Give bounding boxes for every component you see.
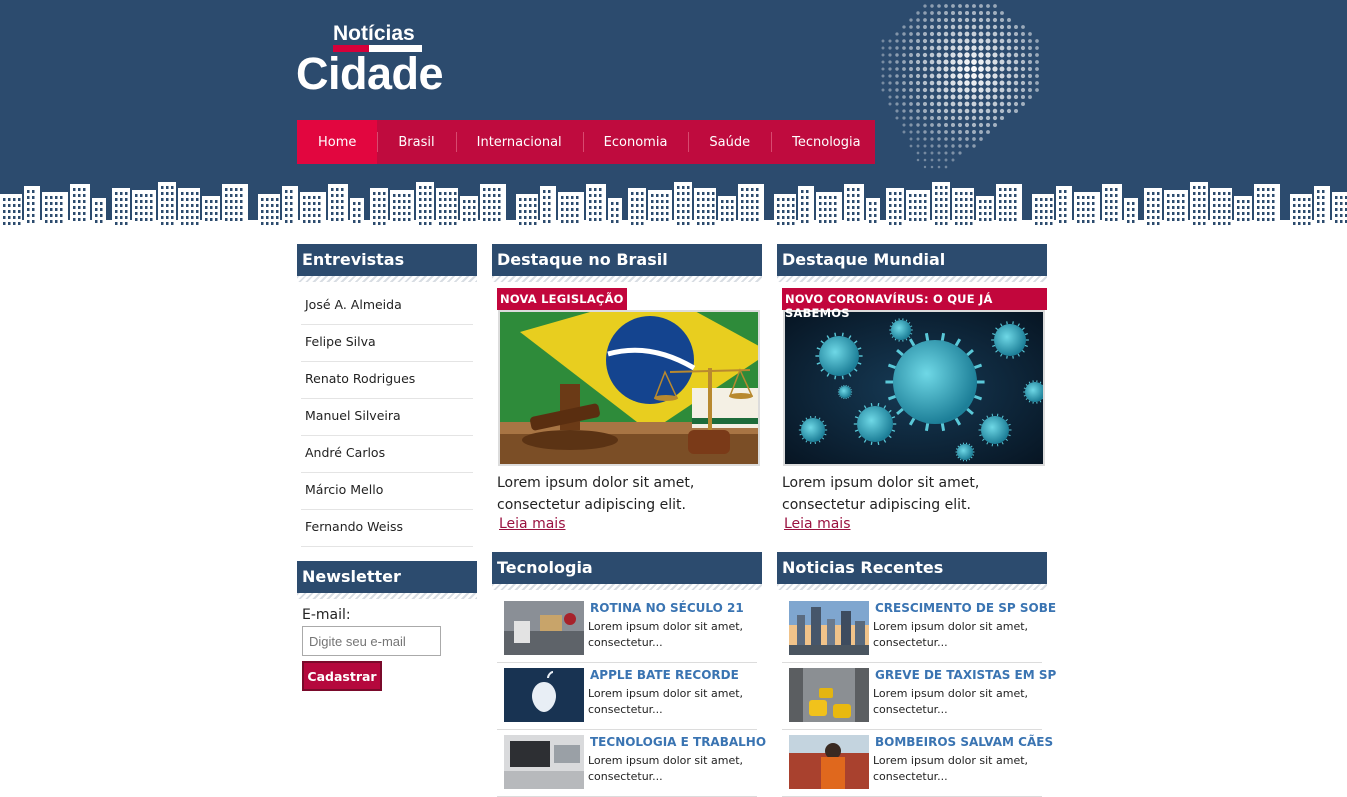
- interview-item[interactable]: Márcio Mello: [301, 473, 473, 510]
- interviews-title: Entrevistas: [297, 244, 477, 276]
- nav-home[interactable]: Home: [297, 120, 377, 164]
- brazil-map-icon: [872, 0, 1048, 176]
- recent-news-title: Noticias Recentes: [777, 552, 1047, 584]
- recent-item-title[interactable]: BOMBEIROS SALVAM CÃES: [875, 735, 1053, 749]
- list-item[interactable]: CRESCIMENTO DE SP SOBE Lorem ipsum dolor…: [782, 596, 1042, 663]
- tech-item-desc: Lorem ipsum dolor sit amet, consectetur.…: [588, 686, 753, 718]
- subscribe-button[interactable]: Cadastrar: [302, 661, 382, 691]
- recent-item-desc: Lorem ipsum dolor sit amet, consectetur.…: [873, 753, 1038, 785]
- nav-tecnologia[interactable]: Tecnologia: [771, 120, 881, 164]
- feature-mundial-read-more[interactable]: Leia mais: [784, 516, 851, 532]
- nav-saude[interactable]: Saúde: [688, 120, 771, 164]
- list-item[interactable]: ROTINA NO SÉCULO 21 Lorem ipsum dolor si…: [497, 596, 757, 663]
- tech-item-title[interactable]: ROTINA NO SÉCULO 21: [590, 601, 744, 615]
- interviews-list: José A. Almeida Felipe Silva Renato Rodr…: [297, 288, 477, 547]
- newsletter-title: Newsletter: [297, 561, 477, 593]
- tech-thumb-1[interactable]: [504, 601, 584, 655]
- feature-brasil-tag[interactable]: NOVA LEGISLAÇÃO: [497, 288, 627, 310]
- email-label: E-mail:: [297, 607, 477, 623]
- feature-brasil-title: Destaque no Brasil: [492, 244, 762, 276]
- site-logo[interactable]: Notícias Cidade: [296, 20, 456, 100]
- newsletter-box: Newsletter E-mail: Cadastrar: [297, 561, 477, 623]
- tech-title: Tecnologia: [492, 552, 762, 584]
- tech-item-desc: Lorem ipsum dolor sit amet, consectetur.…: [588, 619, 753, 651]
- interview-item[interactable]: Fernando Weiss: [301, 510, 473, 547]
- city-skyline-illustration: [0, 176, 1347, 232]
- interview-item[interactable]: Renato Rodrigues: [301, 362, 473, 399]
- interviews-box: Entrevistas José A. Almeida Felipe Silva…: [297, 244, 477, 547]
- interview-item[interactable]: Manuel Silveira: [301, 399, 473, 436]
- feature-mundial-image[interactable]: [783, 310, 1045, 466]
- tech-item-title[interactable]: TECNOLOGIA E TRABALHO: [590, 735, 766, 749]
- tech-box: Tecnologia ROTINA NO SÉCULO 21 Lorem ips…: [492, 552, 762, 584]
- feature-mundial-text: Lorem ipsum dolor sit amet, consectetur …: [782, 472, 1044, 516]
- list-item[interactable]: BOMBEIROS SALVAM CÃES Lorem ipsum dolor …: [782, 730, 1042, 797]
- feature-brasil-text: Lorem ipsum dolor sit amet, consectetur …: [497, 472, 759, 516]
- recent-news-box: Noticias Recentes CRESCIMENTO DE SP SOBE…: [777, 552, 1047, 584]
- feature-mundial-title: Destaque Mundial: [777, 244, 1047, 276]
- nav-internacional[interactable]: Internacional: [456, 120, 583, 164]
- list-item[interactable]: APPLE BATE RECORDE Lorem ipsum dolor sit…: [497, 663, 757, 730]
- recent-thumb-2[interactable]: [789, 668, 869, 722]
- recent-thumb-1[interactable]: [789, 601, 869, 655]
- feature-brasil-image[interactable]: [498, 310, 760, 466]
- tech-thumb-2[interactable]: [504, 668, 584, 722]
- tech-item-desc: Lorem ipsum dolor sit amet, consectetur.…: [588, 753, 753, 785]
- main-nav: Home Brasil Internacional Economia Saúde…: [297, 120, 875, 164]
- feature-brasil: Destaque no Brasil NOVA LEGISLAÇÃO: [492, 244, 762, 276]
- list-item[interactable]: TECNOLOGIA E TRABALHO Lorem ipsum dolor …: [497, 730, 757, 797]
- tech-thumb-3[interactable]: [504, 735, 584, 789]
- nav-economia[interactable]: Economia: [583, 120, 689, 164]
- list-item[interactable]: GREVE DE TAXISTAS EM SP Lorem ipsum dolo…: [782, 663, 1042, 730]
- logo-big-text: Cidade: [296, 48, 443, 100]
- interview-item[interactable]: Felipe Silva: [301, 325, 473, 362]
- tech-item-title[interactable]: APPLE BATE RECORDE: [590, 668, 739, 682]
- email-input[interactable]: [302, 626, 441, 656]
- feature-brasil-read-more[interactable]: Leia mais: [499, 516, 566, 532]
- interview-item[interactable]: José A. Almeida: [301, 288, 473, 325]
- recent-item-title[interactable]: GREVE DE TAXISTAS EM SP: [875, 668, 1056, 682]
- nav-brasil[interactable]: Brasil: [377, 120, 455, 164]
- recent-item-desc: Lorem ipsum dolor sit amet, consectetur.…: [873, 619, 1038, 651]
- recent-item-title[interactable]: CRESCIMENTO DE SP SOBE: [875, 601, 1056, 615]
- recent-thumb-3[interactable]: [789, 735, 869, 789]
- logo-small-text: Notícias: [333, 22, 415, 46]
- recent-item-desc: Lorem ipsum dolor sit amet, consectetur.…: [873, 686, 1038, 718]
- interview-item[interactable]: André Carlos: [301, 436, 473, 473]
- feature-mundial: Destaque Mundial NOVO CORONAVÍRUS: O QUE…: [777, 244, 1047, 276]
- site-header: Notícias Cidade Home Brasil Internaciona…: [0, 0, 1347, 232]
- feature-mundial-tag[interactable]: NOVO CORONAVÍRUS: O QUE JÁ SABEMOS: [782, 288, 1047, 310]
